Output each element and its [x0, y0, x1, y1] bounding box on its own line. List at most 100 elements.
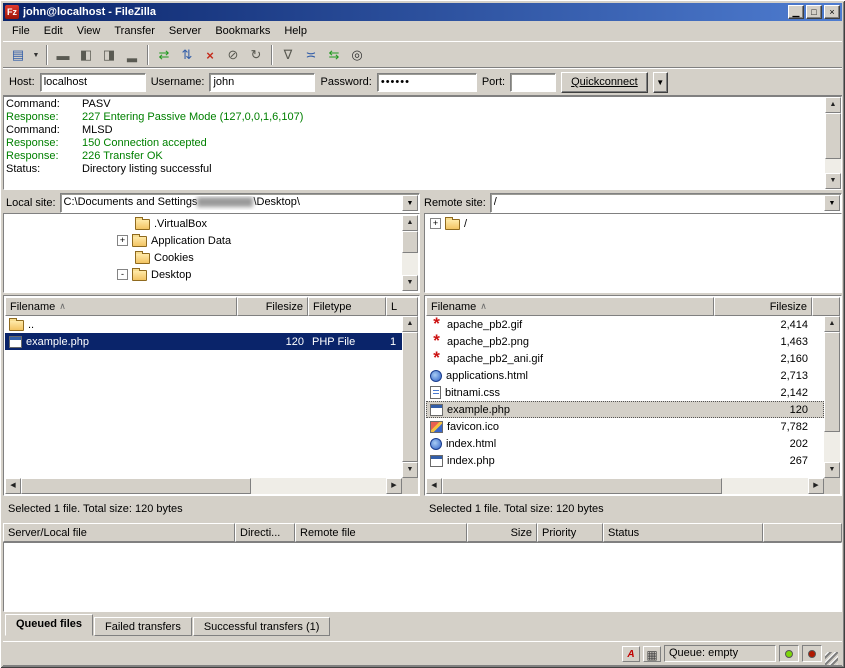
list-vertical-scrollbar[interactable]: ▲ ▼ — [824, 316, 840, 478]
list-horizontal-scrollbar[interactable]: ◀ ▶ — [426, 478, 824, 494]
scroll-up-button[interactable]: ▲ — [402, 316, 418, 332]
password-input[interactable] — [377, 73, 477, 92]
find-files-button[interactable]: ◎ — [346, 44, 368, 66]
scroll-up-button[interactable]: ▲ — [825, 97, 841, 113]
scroll-left-button[interactable]: ◀ — [426, 478, 442, 494]
tab-queued-files[interactable]: Queued files — [5, 614, 93, 636]
file-row-parent-directory[interactable]: .. — [5, 316, 402, 333]
scroll-right-button[interactable]: ▶ — [808, 478, 824, 494]
scroll-down-button[interactable]: ▼ — [402, 275, 418, 291]
file-row[interactable]: index.html 202 — [426, 435, 824, 452]
port-input[interactable] — [510, 73, 556, 92]
process-queue-button[interactable]: ⇅ — [176, 44, 198, 66]
html-file-icon — [430, 438, 442, 450]
file-row[interactable]: bitnami.css 2,142 — [426, 384, 824, 401]
site-manager-button[interactable]: ▤ — [7, 44, 29, 66]
toggle-remote-tree-button[interactable]: ◨ — [98, 44, 120, 66]
resize-grip[interactable] — [825, 652, 838, 665]
quickconnect-button[interactable]: Quickconnect — [561, 72, 648, 93]
combo-dropdown-arrow[interactable]: ▼ — [402, 195, 418, 211]
scrollbar-thumb[interactable] — [402, 231, 418, 253]
scroll-down-button[interactable]: ▼ — [402, 462, 418, 478]
site-manager-dropdown-button[interactable]: ▼ — [30, 44, 42, 66]
column-header-filesize[interactable]: Filesize — [237, 297, 308, 316]
column-header-filename[interactable]: Filename∧ — [5, 297, 237, 316]
scroll-right-button[interactable]: ▶ — [386, 478, 402, 494]
scroll-up-button[interactable]: ▲ — [402, 215, 418, 231]
queue-status-panel: Queue: empty — [664, 645, 776, 662]
scroll-up-button[interactable]: ▲ — [824, 316, 840, 332]
scroll-left-button[interactable]: ◀ — [5, 478, 21, 494]
column-header-priority[interactable]: Priority — [537, 523, 603, 542]
cancel-operation-button[interactable]: × — [199, 44, 221, 66]
file-row-selected[interactable]: example.php 120 — [426, 401, 824, 418]
quickconnect-dropdown-button[interactable]: ▼ — [653, 72, 668, 93]
log-line: Response:226 Transfer OK — [6, 150, 823, 163]
tab-failed-transfers[interactable]: Failed transfers — [94, 617, 192, 636]
column-header-last-modified[interactable]: L — [386, 297, 418, 316]
host-input[interactable] — [40, 73, 146, 92]
tree-item[interactable]: Cookies — [5, 249, 402, 266]
toggle-queue-button[interactable]: ▂ — [121, 44, 143, 66]
tree-item[interactable]: - Desktop — [5, 266, 402, 283]
tree-item[interactable]: + / — [426, 215, 840, 232]
minimize-button[interactable]: ▁ — [788, 5, 804, 19]
list-vertical-scrollbar[interactable]: ▲ ▼ — [402, 316, 418, 478]
scrollbar-thumb[interactable] — [825, 113, 841, 159]
scrollbar-thumb[interactable] — [442, 478, 722, 494]
transfer-queue-list[interactable] — [3, 542, 842, 612]
username-input[interactable] — [209, 73, 315, 92]
scroll-down-button[interactable]: ▼ — [824, 462, 840, 478]
file-row[interactable]: *apache_pb2.png 1,463 — [426, 333, 824, 350]
file-row[interactable]: *apache_pb2_ani.gif 2,160 — [426, 350, 824, 367]
menu-item-view[interactable]: View — [70, 22, 108, 40]
tree-expander-minus-icon[interactable]: - — [117, 269, 128, 280]
menu-item-edit[interactable]: Edit — [37, 22, 70, 40]
scrollbar-thumb[interactable] — [824, 332, 840, 432]
tree-scrollbar[interactable]: ▲ ▼ — [402, 215, 418, 291]
remote-site-combobox[interactable]: / ▼ — [490, 193, 842, 213]
tree-expander-plus-icon[interactable]: + — [430, 218, 441, 229]
refresh-button[interactable]: ⇄ — [153, 44, 175, 66]
data-type-indicator-icon[interactable]: A — [622, 646, 640, 662]
file-row-selected[interactable]: example.php 120 PHP File 1 — [5, 333, 402, 350]
file-row[interactable]: applications.html 2,713 — [426, 367, 824, 384]
list-horizontal-scrollbar[interactable]: ◀ ▶ — [5, 478, 402, 494]
filter-button[interactable]: ∇ — [277, 44, 299, 66]
local-site-combobox[interactable]: C:\Documents and Settings\Desktop\ ▼ — [60, 193, 420, 213]
synchronized-browsing-button[interactable]: ⇆ — [323, 44, 345, 66]
toggle-message-log-button[interactable]: ▬ — [52, 44, 74, 66]
column-header-direction[interactable]: Directi... — [235, 523, 295, 542]
file-row[interactable]: index.php 267 — [426, 452, 824, 469]
directory-compare-button[interactable]: ≍ — [300, 44, 322, 66]
scrollbar-thumb[interactable] — [402, 332, 418, 462]
tree-item[interactable]: .VirtualBox — [5, 215, 402, 232]
tree-item[interactable]: + Application Data — [5, 232, 402, 249]
menu-item-help[interactable]: Help — [277, 22, 314, 40]
column-header-filetype[interactable]: Filetype — [308, 297, 386, 316]
combo-dropdown-arrow[interactable]: ▼ — [824, 195, 840, 211]
maximize-button[interactable]: □ — [806, 5, 822, 19]
column-header-filesize[interactable]: Filesize — [714, 297, 812, 316]
menu-item-file[interactable]: File — [5, 22, 37, 40]
tab-successful-transfers[interactable]: Successful transfers (1) — [193, 617, 331, 636]
reconnect-button[interactable]: ↻ — [245, 44, 267, 66]
menu-item-bookmarks[interactable]: Bookmarks — [208, 22, 277, 40]
disconnect-button[interactable]: ⊘ — [222, 44, 244, 66]
encryption-indicator-icon[interactable]: ▦ — [643, 646, 661, 662]
menu-item-server[interactable]: Server — [162, 22, 208, 40]
column-header-server-local-file[interactable]: Server/Local file — [3, 523, 235, 542]
column-header-size[interactable]: Size — [467, 523, 537, 542]
log-scrollbar[interactable]: ▲ ▼ — [825, 97, 841, 189]
tree-expander-plus-icon[interactable]: + — [117, 235, 128, 246]
file-row[interactable]: favicon.ico 7,782 — [426, 418, 824, 435]
column-header-remote-file[interactable]: Remote file — [295, 523, 467, 542]
scroll-down-button[interactable]: ▼ — [825, 173, 841, 189]
scrollbar-thumb[interactable] — [21, 478, 251, 494]
file-row[interactable]: *apache_pb2.gif 2,414 — [426, 316, 824, 333]
close-button[interactable]: × — [824, 5, 840, 19]
toggle-local-tree-button[interactable]: ◧ — [75, 44, 97, 66]
column-header-filename[interactable]: Filename∧ — [426, 297, 714, 316]
menu-item-transfer[interactable]: Transfer — [107, 22, 162, 40]
column-header-status[interactable]: Status — [603, 523, 763, 542]
